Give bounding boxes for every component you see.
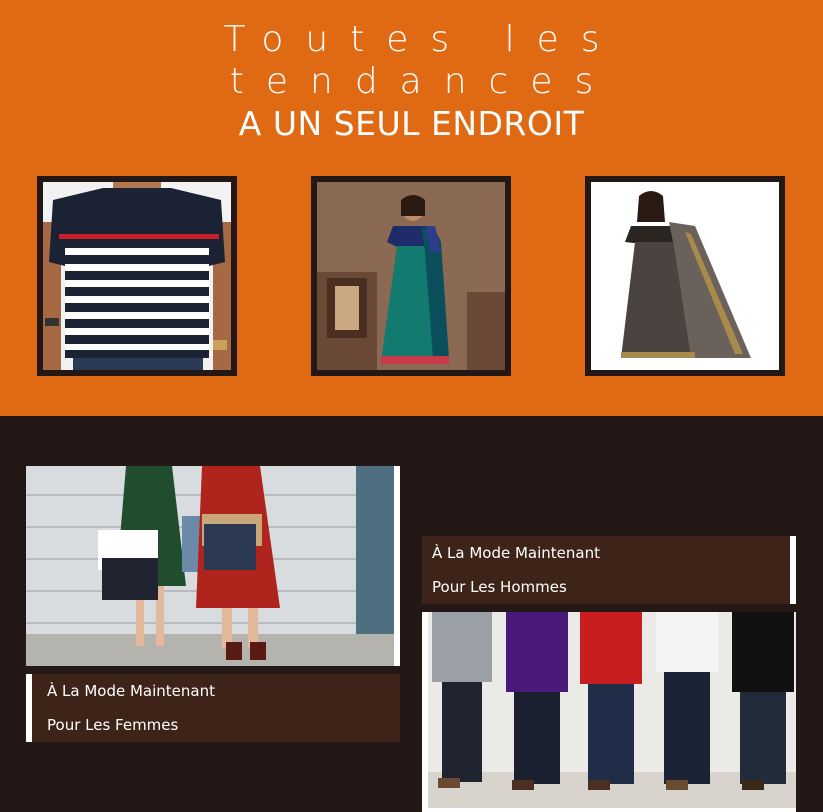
striped-tshirt-image: [43, 182, 231, 370]
product-image-teal-saree[interactable]: [311, 176, 511, 376]
women-caption-line1: À La Mode Maintenant: [47, 682, 215, 700]
product-image-striped-tshirt[interactable]: [37, 176, 237, 376]
teal-saree-image: [317, 182, 505, 370]
women-caption-line2: Pour Les Femmes: [47, 716, 179, 734]
men-caption[interactable]: À La Mode Maintenant Pour Les Hommes: [422, 536, 796, 604]
men-group-photo: [428, 612, 796, 808]
dark-saree-image: [591, 182, 779, 370]
women-caption[interactable]: À La Mode Maintenant Pour Les Femmes: [26, 674, 400, 742]
women-shopping-photo: [26, 466, 394, 666]
women-fashion-image[interactable]: [26, 466, 400, 666]
men-caption-line1: À La Mode Maintenant: [432, 544, 600, 562]
hero-subtitle: A UN SEUL ENDROIT: [238, 104, 585, 143]
hero-title-line1: Toutes les: [223, 19, 622, 60]
product-image-dark-saree[interactable]: [585, 176, 785, 376]
hero-title-line2: tendances: [229, 61, 616, 102]
men-fashion-image[interactable]: [422, 612, 796, 812]
men-caption-line2: Pour Les Hommes: [432, 578, 567, 596]
